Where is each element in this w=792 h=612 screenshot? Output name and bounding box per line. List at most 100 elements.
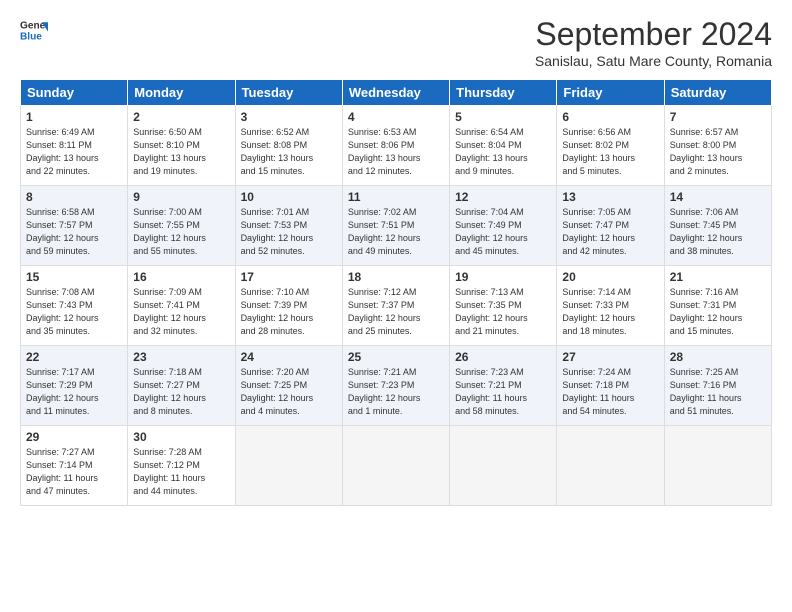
table-row: 30 Sunrise: 7:28 AM Sunset: 7:12 PM Dayli… [128,426,235,506]
table-row: 27 Sunrise: 7:24 AM Sunset: 7:18 PM Dayli… [557,346,664,426]
day-number: 24 [241,350,337,364]
table-row: 13 Sunrise: 7:05 AM Sunset: 7:47 PM Dayli… [557,186,664,266]
day-info: Sunrise: 6:50 AM Sunset: 8:10 PM Dayligh… [133,126,229,178]
day-info: Sunrise: 7:08 AM Sunset: 7:43 PM Dayligh… [26,286,122,338]
day-info: Sunrise: 6:53 AM Sunset: 8:06 PM Dayligh… [348,126,444,178]
table-row [557,426,664,506]
table-row: 14 Sunrise: 7:06 AM Sunset: 7:45 PM Dayli… [664,186,771,266]
day-number: 2 [133,110,229,124]
day-number: 19 [455,270,551,284]
day-info: Sunrise: 6:52 AM Sunset: 8:08 PM Dayligh… [241,126,337,178]
table-row: 3Sunrise: 6:52 AM Sunset: 8:08 PM Daylig… [235,106,342,186]
table-row: 12 Sunrise: 7:04 AM Sunset: 7:49 PM Dayli… [450,186,557,266]
day-number: 8 [26,190,122,204]
day-info: Sunrise: 7:27 AM Sunset: 7:14 PM Dayligh… [26,446,122,498]
day-info: Sunrise: 7:21 AM Sunset: 7:23 PM Dayligh… [348,366,444,418]
calendar-week-row: 22 Sunrise: 7:17 AM Sunset: 7:29 PM Dayli… [21,346,772,426]
table-row: 18 Sunrise: 7:12 AM Sunset: 7:37 PM Dayli… [342,266,449,346]
day-number: 17 [241,270,337,284]
table-row: 11 Sunrise: 7:02 AM Sunset: 7:51 PM Dayli… [342,186,449,266]
day-number: 26 [455,350,551,364]
calendar-header-row: Sunday Monday Tuesday Wednesday Thursday… [21,80,772,106]
day-info: Sunrise: 7:16 AM Sunset: 7:31 PM Dayligh… [670,286,766,338]
table-row: 15 Sunrise: 7:08 AM Sunset: 7:43 PM Dayli… [21,266,128,346]
table-row: 5Sunrise: 6:54 AM Sunset: 8:04 PM Daylig… [450,106,557,186]
day-info: Sunrise: 7:18 AM Sunset: 7:27 PM Dayligh… [133,366,229,418]
day-info: Sunrise: 7:24 AM Sunset: 7:18 PM Dayligh… [562,366,658,418]
day-number: 16 [133,270,229,284]
header: General Blue September 2024 Sanislau, Sa… [20,16,772,69]
day-number: 13 [562,190,658,204]
table-row: 20 Sunrise: 7:14 AM Sunset: 7:33 PM Dayli… [557,266,664,346]
table-row: 17 Sunrise: 7:10 AM Sunset: 7:39 PM Dayli… [235,266,342,346]
table-row: 23 Sunrise: 7:18 AM Sunset: 7:27 PM Dayli… [128,346,235,426]
day-number: 15 [26,270,122,284]
calendar-week-row: 29 Sunrise: 7:27 AM Sunset: 7:14 PM Dayli… [21,426,772,506]
day-info: Sunrise: 7:04 AM Sunset: 7:49 PM Dayligh… [455,206,551,258]
day-number: 11 [348,190,444,204]
table-row: 4 Sunrise: 6:53 AM Sunset: 8:06 PM Daylig… [342,106,449,186]
table-row: 10Sunrise: 7:01 AM Sunset: 7:53 PM Dayli… [235,186,342,266]
day-number: 28 [670,350,766,364]
day-number: 29 [26,430,122,444]
day-number: 14 [670,190,766,204]
day-number: 22 [26,350,122,364]
day-number: 20 [562,270,658,284]
day-number: 10 [241,190,337,204]
table-row: 22 Sunrise: 7:17 AM Sunset: 7:29 PM Dayli… [21,346,128,426]
day-number: 30 [133,430,229,444]
col-saturday: Saturday [664,80,771,106]
day-number: 21 [670,270,766,284]
calendar-table: Sunday Monday Tuesday Wednesday Thursday… [20,79,772,506]
day-info: Sunrise: 7:23 AM Sunset: 7:21 PM Dayligh… [455,366,551,418]
table-row [235,426,342,506]
day-info: Sunrise: 7:14 AM Sunset: 7:33 PM Dayligh… [562,286,658,338]
day-info: Sunrise: 6:57 AM Sunset: 8:00 PM Dayligh… [670,126,766,178]
day-number: 6 [562,110,658,124]
table-row [450,426,557,506]
subtitle: Sanislau, Satu Mare County, Romania [535,53,772,69]
calendar-page: General Blue September 2024 Sanislau, Sa… [0,0,792,612]
day-info: Sunrise: 7:10 AM Sunset: 7:39 PM Dayligh… [241,286,337,338]
col-thursday: Thursday [450,80,557,106]
day-info: Sunrise: 7:28 AM Sunset: 7:12 PM Dayligh… [133,446,229,498]
col-wednesday: Wednesday [342,80,449,106]
calendar-week-row: 15 Sunrise: 7:08 AM Sunset: 7:43 PM Dayli… [21,266,772,346]
day-info: Sunrise: 7:09 AM Sunset: 7:41 PM Dayligh… [133,286,229,338]
table-row: 26 Sunrise: 7:23 AM Sunset: 7:21 PM Dayli… [450,346,557,426]
col-sunday: Sunday [21,80,128,106]
calendar-week-row: 1 Sunrise: 6:49 AM Sunset: 8:11 PM Daylig… [21,106,772,186]
day-info: Sunrise: 7:06 AM Sunset: 7:45 PM Dayligh… [670,206,766,258]
table-row: 25 Sunrise: 7:21 AM Sunset: 7:23 PM Dayli… [342,346,449,426]
day-info: Sunrise: 6:54 AM Sunset: 8:04 PM Dayligh… [455,126,551,178]
table-row: 16 Sunrise: 7:09 AM Sunset: 7:41 PM Dayli… [128,266,235,346]
logo-icon: General Blue [20,16,48,44]
day-number: 25 [348,350,444,364]
table-row: 19Sunrise: 7:13 AM Sunset: 7:35 PM Dayli… [450,266,557,346]
day-number: 23 [133,350,229,364]
day-number: 12 [455,190,551,204]
day-info: Sunrise: 7:00 AM Sunset: 7:55 PM Dayligh… [133,206,229,258]
col-monday: Monday [128,80,235,106]
day-info: Sunrise: 7:25 AM Sunset: 7:16 PM Dayligh… [670,366,766,418]
day-number: 1 [26,110,122,124]
month-title: September 2024 [535,16,772,53]
table-row: 21 Sunrise: 7:16 AM Sunset: 7:31 PM Dayli… [664,266,771,346]
col-tuesday: Tuesday [235,80,342,106]
day-info: Sunrise: 6:49 AM Sunset: 8:11 PM Dayligh… [26,126,122,178]
table-row: 28 Sunrise: 7:25 AM Sunset: 7:16 PM Dayli… [664,346,771,426]
day-number: 4 [348,110,444,124]
day-info: Sunrise: 7:17 AM Sunset: 7:29 PM Dayligh… [26,366,122,418]
table-row: 1 Sunrise: 6:49 AM Sunset: 8:11 PM Daylig… [21,106,128,186]
day-number: 18 [348,270,444,284]
table-row: 9Sunrise: 7:00 AM Sunset: 7:55 PM Daylig… [128,186,235,266]
logo: General Blue [20,16,48,44]
table-row: 8Sunrise: 6:58 AM Sunset: 7:57 PM Daylig… [21,186,128,266]
table-row: 24Sunrise: 7:20 AM Sunset: 7:25 PM Dayli… [235,346,342,426]
table-row [342,426,449,506]
day-number: 27 [562,350,658,364]
day-info: Sunrise: 7:12 AM Sunset: 7:37 PM Dayligh… [348,286,444,338]
day-info: Sunrise: 7:05 AM Sunset: 7:47 PM Dayligh… [562,206,658,258]
calendar-week-row: 8Sunrise: 6:58 AM Sunset: 7:57 PM Daylig… [21,186,772,266]
day-info: Sunrise: 7:02 AM Sunset: 7:51 PM Dayligh… [348,206,444,258]
